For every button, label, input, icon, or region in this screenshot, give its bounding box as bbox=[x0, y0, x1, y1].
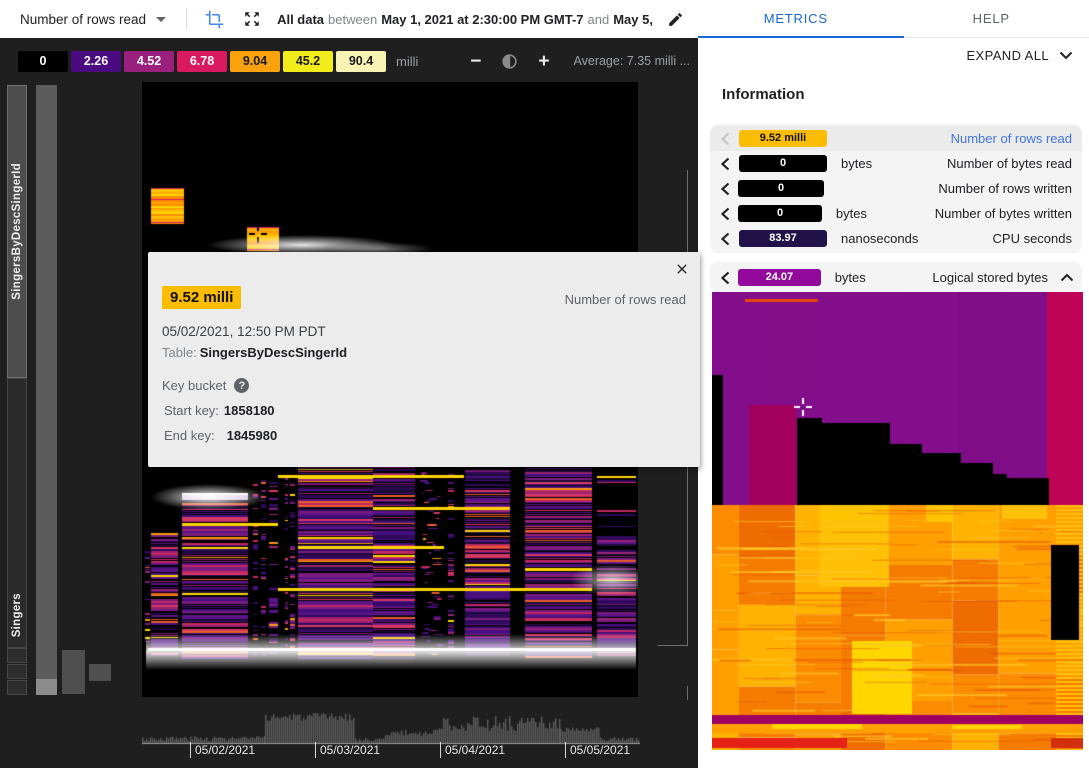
table-label-singersbydescsingerid[interactable]: SingersByDescSingerId bbox=[7, 85, 27, 378]
axis-tick-label: 05/03/2021 bbox=[320, 743, 380, 757]
axis-tick-label: 05/02/2021 bbox=[195, 743, 255, 757]
average-label: Average: 7.35 milli ... bbox=[574, 54, 691, 68]
tooltip-key-bucket: Key bucket ? bbox=[162, 378, 249, 393]
zoom-out-button[interactable]: − bbox=[464, 50, 487, 73]
metric-unit: bytes bbox=[841, 156, 945, 171]
active-tab-underline bbox=[698, 36, 904, 38]
table-label-cell[interactable] bbox=[7, 664, 27, 679]
edit-time-range-icon[interactable] bbox=[656, 0, 694, 38]
metric-value-badge: 0 bbox=[738, 180, 823, 197]
chevron-left-icon[interactable] bbox=[720, 271, 735, 285]
tooltip-timestamp: 05/02/2021, 12:50 PM PDT bbox=[162, 324, 326, 339]
axis-tick-label: 05/05/2021 bbox=[570, 743, 630, 757]
selection-bracket bbox=[687, 686, 688, 700]
legend-swatch: 0 bbox=[18, 51, 68, 72]
axis-tick bbox=[440, 742, 441, 758]
information-heading: Information bbox=[722, 86, 805, 103]
metric-label: Logical stored bytes bbox=[932, 270, 1048, 285]
metric-row-rows-read[interactable]: 9.52 milli Number of rows read bbox=[710, 126, 1082, 151]
crop-icon[interactable] bbox=[195, 0, 233, 38]
chevron-down-icon bbox=[156, 17, 166, 22]
tooltip-start-key: Start key:1858180 bbox=[164, 403, 275, 418]
time-range-label: All databetweenMay 1, 2021 at 2:30:00 PM… bbox=[277, 12, 656, 27]
metric-value-badge: 9.52 milli bbox=[739, 130, 827, 147]
metric-row-bytes-written[interactable]: 0 bytes Number of bytes written bbox=[710, 201, 1082, 226]
side-panel: METRICS HELP EXPAND ALL Information 9.52… bbox=[698, 0, 1089, 768]
axis-tick bbox=[565, 742, 566, 758]
keyrange-bar-small[interactable] bbox=[62, 650, 85, 694]
metric-value-badge: 0 bbox=[739, 155, 827, 172]
legend-swatch: 4.52 bbox=[124, 51, 174, 72]
selection-bracket bbox=[658, 645, 688, 646]
collapse-icon[interactable] bbox=[1060, 273, 1074, 282]
chevron-left-icon[interactable] bbox=[720, 132, 736, 146]
table-label-cell[interactable] bbox=[7, 680, 27, 695]
legend-swatches: 02.264.526.789.0445.290.4 bbox=[18, 51, 389, 72]
metric-rows-group: 9.52 milli Number of rows read 0 bytes N… bbox=[710, 124, 1082, 253]
expand-icon[interactable] bbox=[233, 0, 271, 38]
help-icon[interactable]: ? bbox=[234, 378, 249, 393]
legend-swatch: 45.2 bbox=[283, 51, 333, 72]
keyrange-bar-smallest[interactable] bbox=[89, 664, 111, 681]
tooltip-table: Table:SingersByDescSingerId bbox=[162, 345, 347, 360]
metric-unit: nanoseconds bbox=[841, 231, 945, 246]
chevron-left-icon[interactable] bbox=[720, 207, 735, 221]
chevron-left-icon[interactable] bbox=[720, 232, 736, 246]
metric-row-cpu-seconds[interactable]: 83.97 nanoseconds CPU seconds bbox=[710, 226, 1082, 251]
metric-unit: bytes bbox=[836, 206, 935, 221]
stored-bytes-group: 24.07 bytes Logical stored bytes bbox=[710, 262, 1082, 293]
keyrange-bar-segment[interactable] bbox=[36, 679, 57, 695]
metric-row-logical-stored-bytes[interactable]: 24.07 bytes Logical stored bytes bbox=[710, 265, 1082, 290]
metric-dropdown-label: Number of rows read bbox=[20, 12, 146, 27]
tooltip-value-badge: 9.52 milli bbox=[162, 286, 241, 309]
metric-label: Number of bytes read bbox=[945, 156, 1072, 171]
legend-swatch: 90.4 bbox=[336, 51, 386, 72]
close-icon[interactable] bbox=[671, 258, 693, 280]
chevron-left-icon[interactable] bbox=[720, 182, 735, 196]
axis-tick bbox=[190, 742, 191, 758]
chevron-down-icon bbox=[1059, 51, 1073, 60]
cell-tooltip: 9.52 milli Number of rows read 05/02/202… bbox=[148, 252, 700, 467]
key-visualizer-app: Number of rows read All databetweenMay 1… bbox=[0, 0, 1089, 768]
metric-label: CPU seconds bbox=[945, 231, 1072, 246]
contrast-icon[interactable] bbox=[501, 53, 518, 70]
legend-swatch: 2.26 bbox=[71, 51, 121, 72]
metric-value-badge: 83.97 bbox=[739, 230, 827, 247]
tooltip-metric-name: Number of rows read bbox=[565, 292, 686, 307]
metric-unit: bytes bbox=[835, 270, 933, 285]
tab-metrics[interactable]: METRICS bbox=[698, 0, 894, 37]
metric-value-badge: 24.07 bbox=[738, 269, 821, 286]
toolbar-divider bbox=[186, 8, 187, 30]
axis-tick-label: 05/04/2021 bbox=[445, 743, 505, 757]
toolbar: Number of rows read All databetweenMay 1… bbox=[0, 0, 698, 38]
legend-unit: milli bbox=[396, 54, 418, 69]
stored-bytes-heatmap-canvas[interactable] bbox=[712, 292, 1083, 750]
table-label-cell[interactable] bbox=[7, 648, 27, 663]
tooltip-end-key: End key:1845980 bbox=[164, 428, 277, 443]
metric-row-bytes-read[interactable]: 0 bytes Number of bytes read bbox=[710, 151, 1082, 176]
table-label-singers[interactable]: Singers bbox=[7, 378, 27, 648]
axis-tick bbox=[315, 742, 316, 758]
metric-row-rows-written[interactable]: 0 Number of rows written bbox=[710, 176, 1082, 201]
color-scale-legend: 02.264.526.789.0445.290.4 milli − + Aver… bbox=[0, 43, 698, 79]
metric-dropdown[interactable]: Number of rows read bbox=[0, 0, 178, 38]
zoom-in-button[interactable]: + bbox=[532, 50, 555, 73]
metric-label: Number of rows written bbox=[938, 181, 1072, 196]
panel-tabs: METRICS HELP bbox=[698, 0, 1089, 38]
metric-label: Number of rows read bbox=[945, 131, 1072, 146]
legend-swatch: 6.78 bbox=[177, 51, 227, 72]
keyrange-bar[interactable] bbox=[36, 85, 57, 679]
chevron-left-icon[interactable] bbox=[720, 157, 736, 171]
metric-value-badge: 0 bbox=[738, 205, 822, 222]
metric-label: Number of bytes written bbox=[935, 206, 1072, 221]
expand-all-button[interactable]: EXPAND ALL bbox=[966, 48, 1073, 63]
timeline-histogram[interactable] bbox=[142, 703, 640, 745]
legend-swatch: 9.04 bbox=[230, 51, 280, 72]
tab-help[interactable]: HELP bbox=[894, 0, 1089, 37]
